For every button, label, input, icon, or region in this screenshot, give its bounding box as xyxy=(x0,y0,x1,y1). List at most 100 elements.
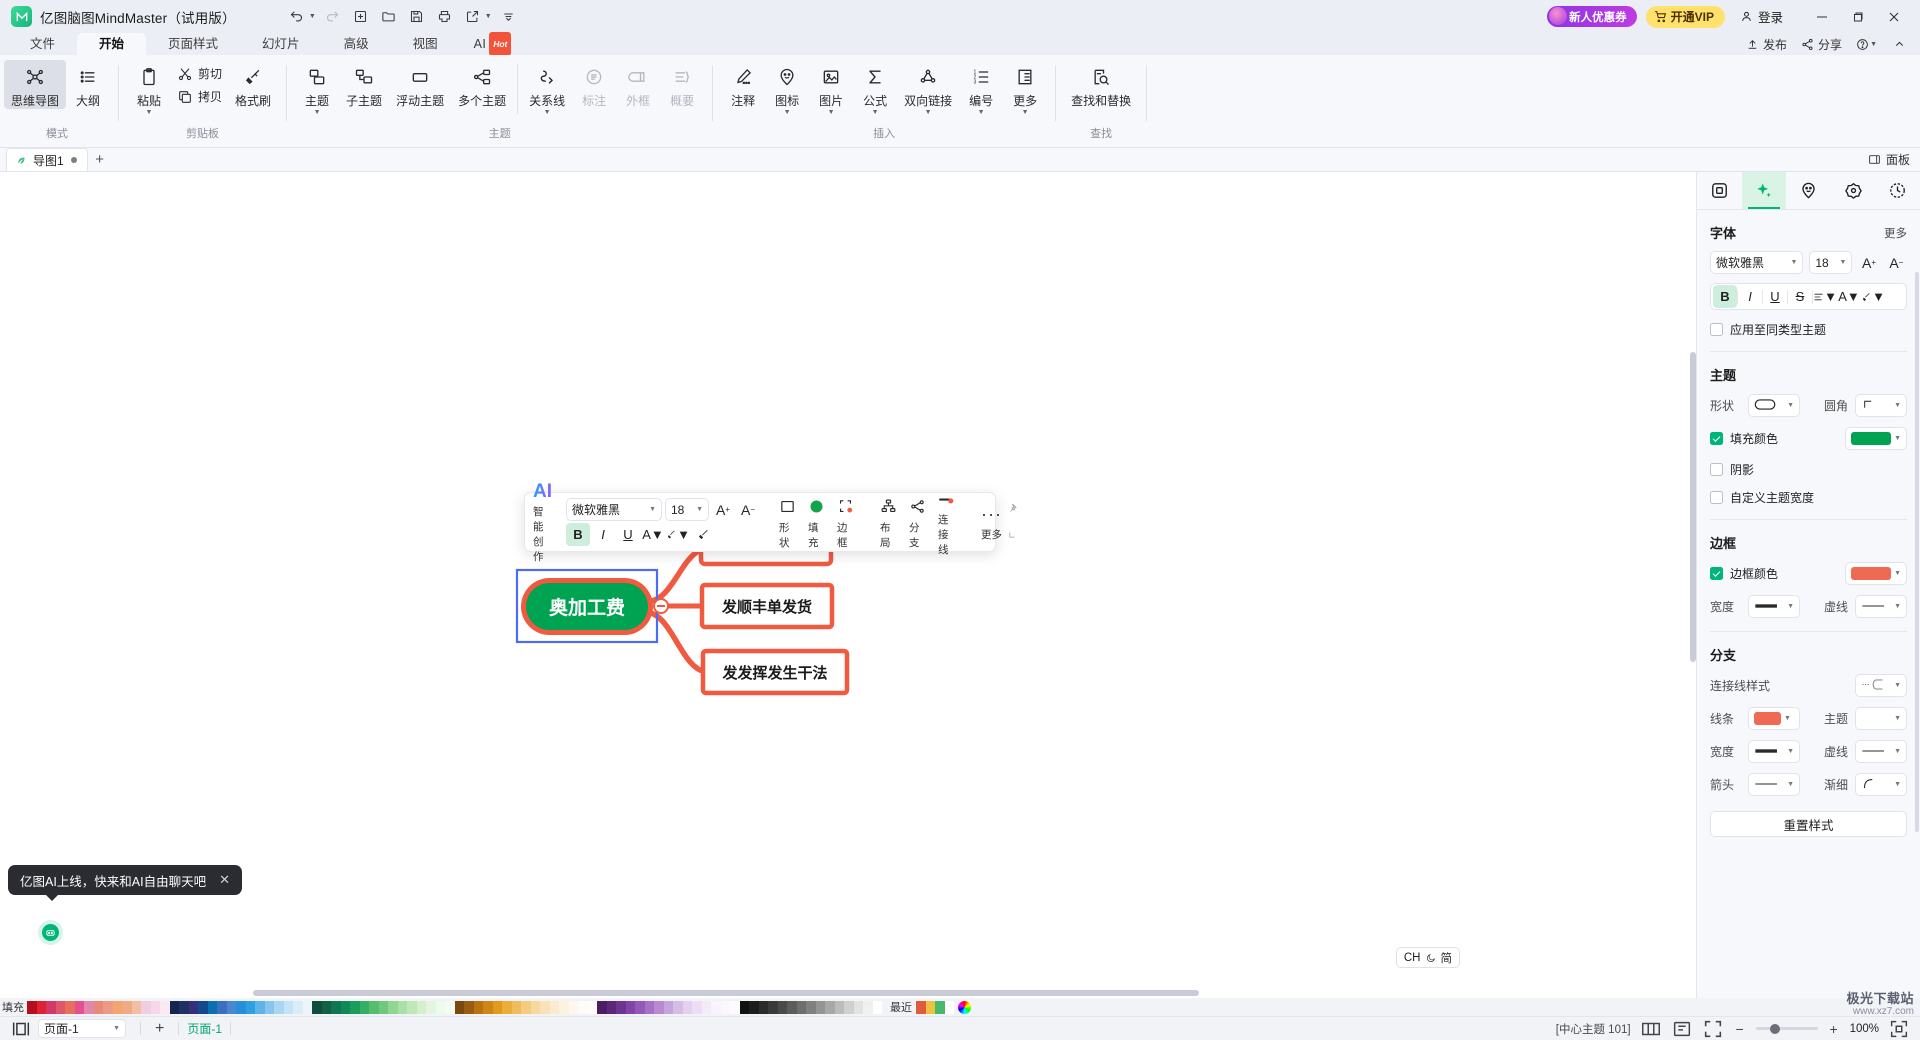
italic-button[interactable]: I xyxy=(591,523,615,546)
numbering-dropdown-icon[interactable]: ▼ xyxy=(978,109,985,116)
outline-mode-button[interactable]: 大纲 xyxy=(66,60,110,109)
shape-select[interactable]: ▼ xyxy=(1748,394,1800,417)
color-swatch[interactable] xyxy=(74,1000,84,1014)
color-swatch[interactable] xyxy=(236,1000,246,1014)
print-button[interactable] xyxy=(432,5,458,29)
color-swatch[interactable] xyxy=(65,1000,75,1014)
color-swatch[interactable] xyxy=(549,1000,559,1014)
connector-style-select[interactable]: ▼ xyxy=(1855,674,1907,697)
panel-font-color-icon[interactable]: A ▼ xyxy=(1837,285,1861,308)
recent-color-list[interactable] xyxy=(916,1000,954,1014)
color-swatch[interactable] xyxy=(863,1000,873,1014)
panel-increase-font-icon[interactable]: A + xyxy=(1858,252,1879,274)
font-color-icon[interactable]: A ▼ xyxy=(641,523,665,546)
canvas-horizontal-scrollbar[interactable] xyxy=(253,990,1199,996)
zoom-slider-knob[interactable] xyxy=(1769,1023,1780,1034)
color-swatch[interactable] xyxy=(625,1000,635,1014)
panel-bold-button[interactable]: B xyxy=(1713,285,1737,308)
color-swatch[interactable] xyxy=(378,1000,388,1014)
panel-align-icon[interactable]: ▼ xyxy=(1813,285,1837,308)
reset-style-button[interactable]: 重置样式 xyxy=(1710,811,1907,837)
more-toolbar-button[interactable] xyxy=(496,5,522,29)
panel-strikethrough-button[interactable]: S xyxy=(1788,285,1812,308)
color-swatch[interactable] xyxy=(103,1000,113,1014)
fullscreen-icon[interactable] xyxy=(1702,1019,1724,1039)
panel-tab-icon[interactable] xyxy=(1786,172,1831,209)
branch-arrow-select[interactable]: ▼ xyxy=(1748,773,1800,796)
cut-button[interactable]: 剪切 xyxy=(171,62,228,85)
share-button[interactable]: 分享 xyxy=(1801,36,1842,53)
format-painter-button[interactable]: 格式刷 xyxy=(228,60,278,109)
new-button[interactable] xyxy=(348,5,374,29)
color-swatch[interactable] xyxy=(483,1000,493,1014)
color-swatch[interactable] xyxy=(112,1000,122,1014)
fill-color-checkbox[interactable] xyxy=(1710,432,1723,445)
vip-button[interactable]: 开通VIP xyxy=(1645,5,1725,28)
maximize-button[interactable] xyxy=(1840,0,1876,33)
shape-button[interactable]: 形状 xyxy=(773,495,802,550)
color-swatch[interactable] xyxy=(84,1000,94,1014)
color-swatch[interactable] xyxy=(739,1000,749,1014)
custom-width-checkbox[interactable] xyxy=(1710,491,1723,504)
color-swatch[interactable] xyxy=(502,1000,512,1014)
tab-page-style[interactable]: 页面样式 xyxy=(146,33,240,55)
summary-button[interactable]: 概要 xyxy=(660,60,704,109)
color-swatch[interactable] xyxy=(559,1000,569,1014)
color-swatch[interactable] xyxy=(815,1000,825,1014)
insert-more-dropdown-icon[interactable]: ▼ xyxy=(1022,109,1029,116)
panel-tab-style[interactable] xyxy=(1697,172,1742,209)
zoom-slider[interactable] xyxy=(1755,1023,1818,1034)
color-swatch[interactable] xyxy=(844,1000,854,1014)
color-swatch[interactable] xyxy=(540,1000,550,1014)
color-swatch[interactable] xyxy=(673,1000,683,1014)
grid-view-icon[interactable] xyxy=(1640,1019,1662,1039)
panel-italic-button[interactable]: I xyxy=(1738,285,1762,308)
color-swatch[interactable] xyxy=(207,1000,217,1014)
color-swatch[interactable] xyxy=(587,1000,597,1014)
color-swatch[interactable] xyxy=(388,1000,398,1014)
formula-button[interactable]: 公式 ▼ xyxy=(853,60,897,116)
color-swatch[interactable] xyxy=(226,1000,236,1014)
paste-dropdown-icon[interactable]: ▼ xyxy=(146,109,153,116)
shadow-checkbox-row[interactable]: 阴影 xyxy=(1710,461,1907,478)
color-swatch[interactable] xyxy=(701,1000,711,1014)
topic-button[interactable]: 主题 ▼ xyxy=(295,60,339,116)
color-swatch[interactable] xyxy=(93,1000,103,1014)
find-replace-button[interactable]: 查找和替换 xyxy=(1064,60,1138,109)
color-swatch[interactable] xyxy=(321,1000,331,1014)
branch-line-color-select[interactable]: ▼ xyxy=(1748,707,1800,730)
branch-topic-select[interactable]: ▼ xyxy=(1855,707,1907,730)
color-swatch[interactable] xyxy=(663,1000,673,1014)
branch-button[interactable]: 分支 xyxy=(903,495,932,550)
collapse-ribbon-button[interactable] xyxy=(1893,38,1906,51)
ai-assistant-button[interactable] xyxy=(38,920,63,945)
share-box-button[interactable] xyxy=(460,5,486,29)
zoom-out-button[interactable]: − xyxy=(1733,1021,1747,1037)
tab-file[interactable]: 文件 xyxy=(8,33,77,55)
border-width-select[interactable]: ▼ xyxy=(1748,595,1800,618)
increase-font-icon[interactable]: A + xyxy=(712,499,734,521)
color-swatch[interactable] xyxy=(340,1000,350,1014)
border-button[interactable]: 边框 xyxy=(831,495,860,550)
callout-button[interactable]: 标注 xyxy=(572,60,616,109)
save-button[interactable] xyxy=(404,5,430,29)
color-swatch[interactable] xyxy=(758,1000,768,1014)
color-swatch[interactable] xyxy=(597,1000,607,1014)
color-swatch[interactable] xyxy=(27,1000,37,1014)
color-swatch[interactable] xyxy=(872,1000,882,1014)
color-swatch[interactable] xyxy=(445,1000,455,1014)
ai-create-button[interactable]: AI 智能创作 xyxy=(533,481,552,564)
color-swatch[interactable] xyxy=(473,1000,483,1014)
color-swatch[interactable] xyxy=(169,1000,179,1014)
pin-icon[interactable] xyxy=(1008,502,1020,517)
color-swatch[interactable] xyxy=(796,1000,806,1014)
color-swatch[interactable] xyxy=(635,1000,645,1014)
multi-topic-button[interactable]: 多个主题 xyxy=(451,60,513,109)
custom-width-checkbox-row[interactable]: 自定义主题宽度 xyxy=(1710,489,1907,506)
font-more-link[interactable]: 更多 xyxy=(1884,225,1907,241)
relationship-line-button[interactable]: 关系线 ▼ xyxy=(522,60,572,116)
color-swatch[interactable] xyxy=(407,1000,417,1014)
current-page-tab[interactable]: 页面-1 xyxy=(187,1020,222,1037)
panel-underline-button[interactable]: U xyxy=(1763,285,1787,308)
fit-view-icon[interactable] xyxy=(10,1019,32,1039)
